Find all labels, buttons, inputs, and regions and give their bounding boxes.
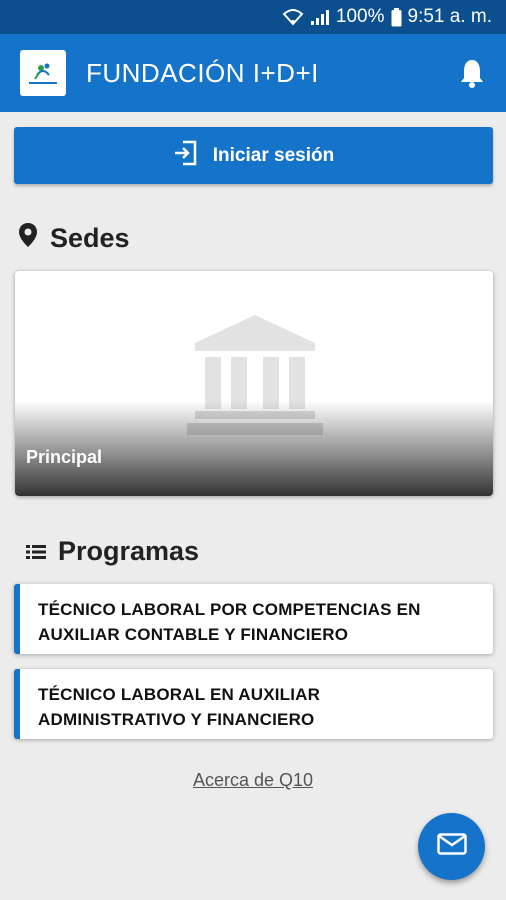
login-label: Iniciar sesión xyxy=(212,144,335,166)
programas-heading-label: Programas xyxy=(58,536,200,566)
app-logo xyxy=(20,50,66,96)
mail-fab-button[interactable] xyxy=(418,813,485,880)
list-icon xyxy=(26,536,46,567)
program-title-line1: TÉCNICO LABORAL EN AUXILIAR xyxy=(38,685,321,704)
location-pin-icon xyxy=(18,222,38,255)
signal-icon xyxy=(310,8,330,26)
login-icon xyxy=(173,140,199,172)
login-button[interactable]: Iniciar sesión xyxy=(14,127,493,184)
battery-icon xyxy=(391,7,402,27)
sedes-heading-label: Sedes xyxy=(50,223,130,253)
wifi-icon xyxy=(282,8,304,26)
program-item[interactable]: TÉCNICO LABORAL POR COMPETENCIAS EN AUXI… xyxy=(14,584,493,654)
app-bar: FUNDACIÓN I+D+I xyxy=(0,34,506,112)
bell-icon[interactable] xyxy=(456,57,488,89)
app-title: FUNDACIÓN I+D+I xyxy=(86,57,319,88)
mail-icon xyxy=(436,833,467,860)
programas-heading: Programas xyxy=(26,536,199,567)
about-link[interactable]: Acerca de Q10 xyxy=(0,770,506,791)
sede-name: Principal xyxy=(26,447,103,467)
status-bar: 100% 9:51 a. m. xyxy=(0,0,506,34)
battery-percent: 100% xyxy=(335,6,385,27)
sede-card-principal[interactable]: Principal xyxy=(15,271,493,496)
program-title-line1: TÉCNICO LABORAL POR COMPETENCIAS EN xyxy=(38,600,421,619)
sedes-heading: Sedes xyxy=(18,222,130,255)
program-title-line2: AUXILIAR CONTABLE Y FINANCIERO xyxy=(38,625,349,644)
program-title-line2: ADMINISTRATIVO Y FINANCIERO xyxy=(38,710,315,729)
program-item[interactable]: TÉCNICO LABORAL EN AUXILIAR ADMINISTRATI… xyxy=(14,669,493,739)
clock: 9:51 a. m. xyxy=(407,6,493,27)
